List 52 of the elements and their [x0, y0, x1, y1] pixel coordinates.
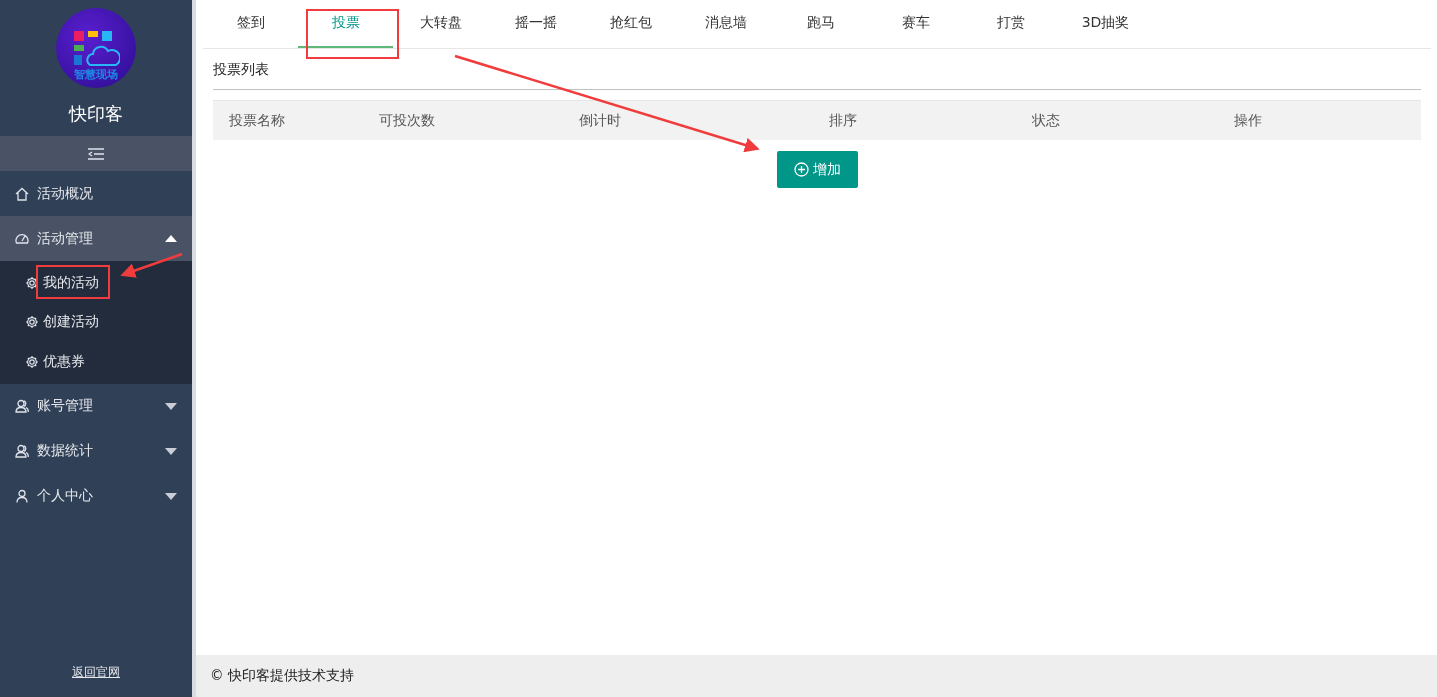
section-title: 投票列表: [213, 49, 1421, 90]
column-header: 倒计时: [578, 111, 622, 130]
back-link[interactable]: 返回官网: [72, 664, 120, 681]
menu-label: 活动管理: [37, 229, 94, 248]
submenu-item[interactable]: 创建活动: [0, 302, 192, 342]
menu-label: 活动概况: [37, 184, 94, 203]
annotation-arrow: [120, 252, 183, 278]
gear-icon: [25, 354, 39, 369]
tab[interactable]: 摇一摇: [488, 0, 583, 48]
logo-text: 智慧现场: [74, 69, 118, 80]
tab[interactable]: 大转盘: [393, 0, 488, 48]
column-header: 状态: [1031, 111, 1061, 130]
plus-circle-icon: [793, 162, 809, 177]
tab[interactable]: 3D抽奖: [1058, 0, 1153, 48]
collapse-bar[interactable]: [0, 136, 192, 171]
user-icon: [15, 489, 29, 503]
column-header: 投票名称: [228, 111, 286, 130]
footer-text: © 快印客提供技术支持: [210, 667, 354, 685]
menu-item[interactable]: 活动管理: [0, 216, 192, 261]
caret-icon: [165, 235, 177, 242]
submenu-item[interactable]: 我的活动: [0, 263, 192, 303]
tab[interactable]: 投票: [298, 0, 393, 48]
column-header: 排序: [828, 111, 858, 130]
tab[interactable]: 打赏: [963, 0, 1058, 48]
caret-icon: [165, 492, 177, 500]
menu-item[interactable]: 个人中心: [0, 473, 192, 519]
tab[interactable]: 抢红包: [583, 0, 678, 48]
menu-item[interactable]: 活动概况: [0, 171, 192, 216]
caret-icon: [165, 402, 177, 410]
add-button[interactable]: 增加: [776, 151, 858, 188]
users-icon: [15, 444, 29, 458]
tab[interactable]: 赛车: [868, 0, 963, 48]
home-icon: [15, 186, 29, 201]
gear-icon: [25, 315, 39, 330]
menu-label: 数据统计: [37, 442, 94, 460]
menu-item[interactable]: 数据统计: [0, 428, 192, 474]
qr-cloud-icon: [72, 29, 120, 69]
app-title: 快印客: [67, 102, 124, 126]
menu-collapse-icon: [88, 147, 104, 160]
gear-icon: [25, 275, 39, 290]
users-icon: [15, 399, 29, 413]
caret-icon: [165, 447, 177, 455]
menu-label: 账号管理: [37, 397, 94, 415]
menu-item[interactable]: 账号管理: [0, 383, 192, 429]
column-header: 操作: [1233, 111, 1263, 130]
menu-label: 个人中心: [37, 487, 94, 505]
submenu-item[interactable]: 优惠券: [0, 342, 192, 382]
column-header: 可投次数: [378, 111, 436, 130]
tab[interactable]: 签到: [203, 0, 298, 48]
tab[interactable]: 跑马: [773, 0, 868, 48]
gauge-icon: [15, 231, 29, 246]
tab[interactable]: 消息墙: [678, 0, 773, 48]
